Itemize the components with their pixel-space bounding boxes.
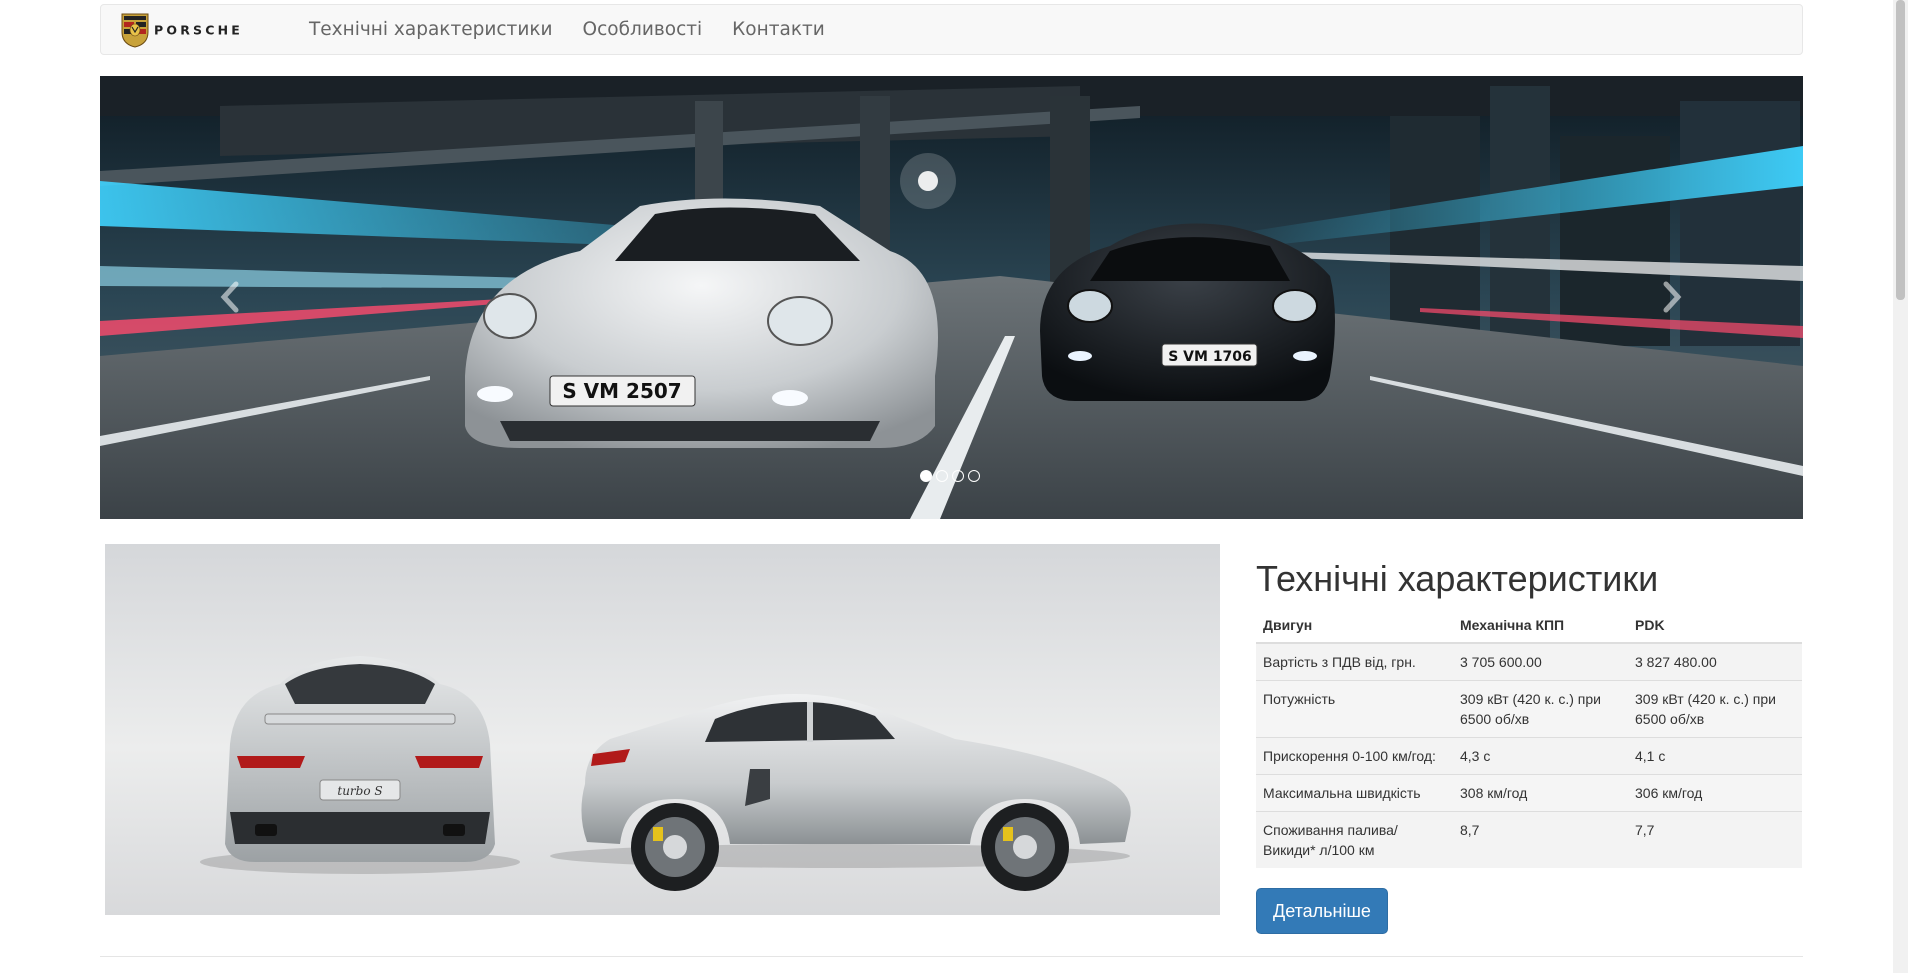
porsche-wordmark: PORSCHE — [154, 23, 243, 37]
column-header-manual: Механічна КПП — [1453, 608, 1628, 644]
carousel-indicator-4[interactable] — [968, 470, 980, 482]
details-button[interactable]: Детальніше — [1256, 888, 1388, 934]
specs-title: Технічні характеристики — [1256, 558, 1659, 599]
porsche-crest-icon — [121, 13, 149, 48]
cell-manual: 4,3 с — [1453, 737, 1628, 775]
specs-section: Технічні характеристики Двигун Механічна… — [1256, 554, 1803, 934]
hero-carousel: S VM 2507 S VM 1706 — [100, 76, 1803, 519]
cell-pdk: 4,1 с — [1628, 737, 1802, 775]
svg-text:PORSCHE: PORSCHE — [154, 23, 243, 37]
porsche-911-turbo-s-image: turbo S — [105, 544, 1220, 915]
nav-item-specs[interactable]: Технічні характеристики — [294, 4, 568, 55]
cell-manual: 3 705 600.00 — [1453, 642, 1628, 681]
cell-pdk: 306 км/год — [1628, 774, 1802, 812]
carousel-indicator-1[interactable] — [920, 470, 932, 482]
cell-label: Потужність — [1256, 680, 1453, 738]
table-row: Вартість з ПДВ від, грн. 3 705 600.00 3 … — [1256, 642, 1802, 681]
cell-label: Максимальна швидкість — [1256, 774, 1453, 812]
carousel-prev-button[interactable] — [210, 272, 250, 322]
navbar: PORSCHE Технічні характеристики Особливо… — [100, 4, 1803, 55]
product-image: turbo S — [105, 544, 1220, 915]
cell-manual: 308 км/год — [1453, 774, 1628, 812]
column-header-engine: Двигун — [1256, 608, 1453, 644]
table-row: Потужність 309 кВт (420 к. с.) при 6500 … — [1256, 680, 1802, 738]
footer-divider — [100, 956, 1803, 957]
cell-pdk: 309 кВт (420 к. с.) при 6500 об/хв — [1628, 680, 1802, 738]
cell-label: Вартість з ПДВ від, грн. — [1256, 642, 1453, 681]
brand-logo[interactable]: PORSCHE — [120, 5, 274, 54]
column-header-pdk: PDK — [1628, 608, 1802, 644]
table-row: Споживання палива/ Викиди* л/100 км 8,7 … — [1256, 811, 1802, 868]
carousel-indicator-3[interactable] — [952, 470, 964, 482]
hero-slide-image: S VM 2507 S VM 1706 — [100, 76, 1803, 519]
carousel-next-button[interactable] — [1652, 272, 1692, 322]
nav-item-contacts[interactable]: Контакти — [717, 4, 840, 55]
nav-menu: Технічні характеристики Особливості Конт… — [294, 4, 840, 55]
svg-text:turbo S: turbo S — [337, 784, 382, 798]
nav-item-features[interactable]: Особливості — [568, 4, 718, 55]
carousel-indicators — [920, 470, 980, 482]
chevron-left-icon — [220, 281, 239, 313]
svg-text:S VM 1706: S VM 1706 — [1168, 349, 1252, 365]
specs-table: Двигун Механічна КПП PDK Вартість з ПДВ … — [1256, 608, 1802, 868]
cell-pdk: 7,7 — [1628, 811, 1802, 868]
scrollbar-thumb[interactable] — [1896, 0, 1905, 300]
cell-label: Прискорення 0-100 км/год: — [1256, 737, 1453, 775]
cell-manual: 309 кВт (420 к. с.) при 6500 об/хв — [1453, 680, 1628, 738]
table-row: Прискорення 0-100 км/год: 4,3 с 4,1 с — [1256, 737, 1802, 775]
svg-text:S VM 2507: S VM 2507 — [562, 379, 681, 403]
table-row: Максимальна швидкість 308 км/год 306 км/… — [1256, 774, 1802, 812]
chevron-right-icon — [1663, 281, 1682, 313]
page-scrollbar[interactable] — [1893, 0, 1908, 973]
cell-label: Споживання палива/ Викиди* л/100 км — [1256, 811, 1453, 868]
cell-manual: 8,7 — [1453, 811, 1628, 868]
carousel-indicator-2[interactable] — [936, 470, 948, 482]
cell-pdk: 3 827 480.00 — [1628, 642, 1802, 681]
specs-table-header: Двигун Механічна КПП PDK — [1256, 608, 1802, 644]
